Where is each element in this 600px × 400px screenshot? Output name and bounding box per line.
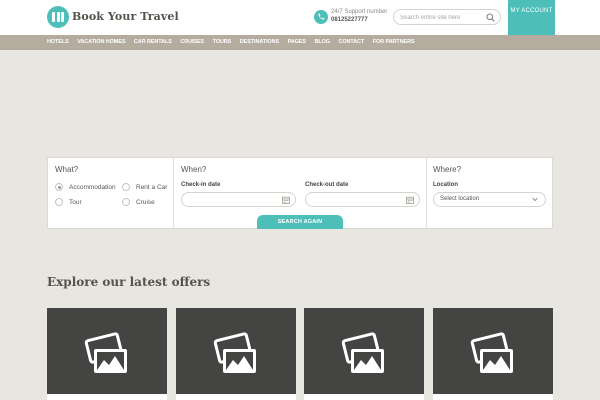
radio-label: Accommodation bbox=[69, 183, 116, 191]
chevron-down-icon bbox=[532, 197, 538, 202]
card-footer bbox=[47, 394, 167, 400]
nav-item-vacation-homes[interactable]: Vacation homes bbox=[77, 35, 125, 50]
phone-icon bbox=[314, 10, 328, 24]
image-placeholder-icon bbox=[470, 332, 513, 373]
nav-item-pages[interactable]: Pages bbox=[288, 35, 306, 50]
image-placeholder-icon bbox=[213, 332, 256, 373]
location-select-value: Select location bbox=[440, 196, 480, 202]
calendar-icon[interactable] bbox=[406, 196, 414, 204]
site-search bbox=[393, 9, 501, 25]
radio-button[interactable] bbox=[122, 198, 130, 206]
checkin-label: Check-in date bbox=[181, 182, 221, 188]
support-label: 24/7 Support number bbox=[331, 9, 388, 15]
logo-text[interactable]: Book Your Travel bbox=[72, 10, 179, 23]
radio-button[interactable] bbox=[122, 183, 130, 191]
when-title: When? bbox=[181, 165, 207, 174]
nav-item-tours[interactable]: Tours bbox=[213, 35, 232, 50]
search-icon[interactable] bbox=[486, 13, 495, 22]
offer-card[interactable] bbox=[176, 308, 296, 400]
radio-button[interactable] bbox=[55, 198, 63, 206]
search-again-button[interactable]: SEARCH AGAIN bbox=[257, 215, 343, 229]
radio-label: Tour bbox=[69, 198, 82, 206]
card-footer bbox=[433, 394, 553, 400]
main-nav: Hotels Vacation homes Car rentals Cruise… bbox=[0, 35, 600, 50]
nav-item-contact[interactable]: Contact bbox=[338, 35, 364, 50]
offer-card[interactable] bbox=[47, 308, 167, 400]
column-divider bbox=[173, 158, 174, 228]
nav-item-car-rentals[interactable]: Car rentals bbox=[134, 35, 172, 50]
my-account-label: MY ACCOUNT bbox=[510, 8, 553, 14]
radio-accommodation[interactable]: Accommodation bbox=[55, 183, 116, 191]
checkout-label: Check-out date bbox=[305, 182, 349, 188]
what-title: What? bbox=[55, 165, 79, 174]
checkout-date-input[interactable] bbox=[305, 192, 420, 207]
radio-cruise[interactable]: Cruise bbox=[122, 198, 155, 206]
radio-tour[interactable]: Tour bbox=[55, 198, 82, 206]
location-select[interactable]: Select location bbox=[433, 192, 546, 207]
offers-title: Explore our latest offers bbox=[47, 275, 211, 289]
nav-item-cruises[interactable]: Cruises bbox=[180, 35, 204, 50]
card-footer bbox=[176, 394, 296, 400]
offer-card[interactable] bbox=[304, 308, 424, 400]
nav-item-destinations[interactable]: Destinations bbox=[240, 35, 279, 50]
radio-label: Rent a Car bbox=[136, 183, 168, 191]
radio-button[interactable] bbox=[55, 183, 63, 191]
column-divider bbox=[426, 158, 427, 228]
nav-item-blog[interactable]: Blog bbox=[314, 35, 330, 50]
image-placeholder-icon bbox=[341, 332, 384, 373]
support-number: 08125227777 bbox=[331, 17, 368, 23]
radio-rent-a-car[interactable]: Rent a Car bbox=[122, 183, 167, 191]
radio-label: Cruise bbox=[136, 198, 155, 206]
checkin-date-input[interactable] bbox=[181, 192, 296, 207]
location-label: Location bbox=[433, 182, 458, 188]
card-footer bbox=[304, 394, 424, 400]
image-placeholder-icon bbox=[84, 332, 127, 373]
nav-item-for-partners[interactable]: For partners bbox=[373, 35, 415, 50]
calendar-icon[interactable] bbox=[282, 196, 290, 204]
offer-card[interactable] bbox=[433, 308, 553, 400]
suitcase-logo-icon[interactable] bbox=[47, 6, 69, 28]
search-input[interactable] bbox=[400, 12, 484, 23]
where-title: Where? bbox=[433, 165, 462, 174]
nav-item-hotels[interactable]: Hotels bbox=[47, 35, 69, 50]
